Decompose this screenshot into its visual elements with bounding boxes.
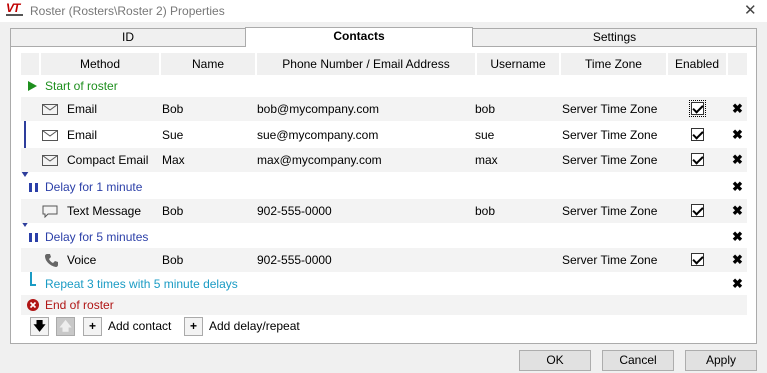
address: 902-555-0000	[257, 204, 332, 218]
username: bob	[475, 204, 496, 218]
contact-row-1[interactable]: Email Bob bob@mycompany.com bob Server T…	[21, 97, 747, 121]
method: Email	[67, 128, 98, 142]
delete-icon[interactable]: ✖	[732, 225, 743, 249]
end-label: End of roster	[45, 298, 114, 312]
contact-name: Sue	[162, 128, 184, 142]
contact-row-3[interactable]: Compact Email Max max@mycompany.com max …	[21, 148, 747, 172]
app-logo: VT	[6, 1, 24, 19]
address: bob@mycompany.com	[257, 102, 380, 116]
enabled-checkbox[interactable]	[691, 204, 704, 217]
header-delete	[728, 53, 747, 75]
envelope-icon	[42, 130, 58, 141]
header-phone: Phone Number / Email Address	[257, 53, 475, 75]
envelope-icon	[42, 155, 58, 166]
tab-settings[interactable]: Settings	[472, 28, 757, 47]
contact-name: Bob	[162, 204, 184, 218]
stop-icon	[27, 299, 39, 311]
username: max	[475, 153, 498, 167]
move-down-button[interactable]: 🡇	[30, 317, 49, 336]
timezone: Server Time Zone	[562, 153, 658, 167]
window-title: Roster (Rosters\Roster 2) Properties	[30, 4, 225, 18]
table-header: Method Name Phone Number / Email Address…	[21, 53, 747, 75]
cancel-button[interactable]: Cancel	[602, 350, 674, 371]
delete-icon[interactable]: ✖	[732, 272, 743, 296]
ok-button[interactable]: OK	[519, 350, 591, 371]
address: sue@mycompany.com	[257, 128, 379, 142]
contact-row-2[interactable]: Email Sue sue@mycompany.com sue Server T…	[21, 123, 747, 147]
contact-name: Max	[162, 153, 185, 167]
delete-icon[interactable]: ✖	[732, 123, 743, 147]
start-of-roster-row: Start of roster	[21, 76, 747, 96]
method: Text Message	[67, 204, 142, 218]
header-method: Method	[41, 53, 159, 75]
delay-row-1[interactable]: Delay for 1 minute ✖	[21, 175, 747, 199]
timezone: Server Time Zone	[562, 102, 658, 116]
contact-row-5[interactable]: Voice Bob 902-555-0000 Server Time Zone …	[21, 248, 747, 272]
header-name: Name	[161, 53, 255, 75]
play-icon	[28, 81, 37, 91]
tab-bar: ID Contacts Settings	[10, 27, 757, 47]
delay-row-2[interactable]: Delay for 5 minutes ✖	[21, 225, 747, 249]
header-spacer	[21, 53, 39, 75]
delete-icon[interactable]: ✖	[732, 97, 743, 121]
delete-icon[interactable]: ✖	[732, 175, 743, 199]
pause-icon	[29, 183, 38, 192]
repeat-row[interactable]: Repeat 3 times with 5 minute delays ✖	[21, 272, 747, 296]
contact-name: Bob	[162, 253, 184, 267]
method: Email	[67, 102, 98, 116]
delay-label: Delay for 5 minutes	[45, 230, 149, 244]
envelope-icon	[42, 104, 58, 115]
add-delay-label[interactable]: Add delay/repeat	[209, 317, 300, 336]
address: max@mycompany.com	[257, 153, 382, 167]
contact-name: Bob	[162, 102, 184, 116]
enabled-checkbox[interactable]	[691, 253, 704, 266]
method: Compact Email	[67, 153, 149, 167]
title-bar: VT Roster (Rosters\Roster 2) Properties …	[0, 0, 767, 22]
repeat-label: Repeat 3 times with 5 minute delays	[45, 277, 238, 291]
speech-bubble-icon	[42, 205, 58, 218]
add-contact-label[interactable]: Add contact	[108, 317, 171, 336]
apply-button[interactable]: Apply	[685, 350, 757, 371]
delete-icon[interactable]: ✖	[732, 199, 743, 223]
phone-icon	[45, 254, 58, 267]
tab-id[interactable]: ID	[10, 28, 246, 47]
delete-icon[interactable]: ✖	[732, 148, 743, 172]
timezone: Server Time Zone	[562, 128, 658, 142]
contacts-panel: Method Name Phone Number / Email Address…	[10, 46, 757, 344]
enabled-checkbox[interactable]	[689, 100, 706, 117]
tab-contacts[interactable]: Contacts	[245, 27, 473, 47]
timezone: Server Time Zone	[562, 253, 658, 267]
username: sue	[475, 128, 495, 142]
pause-icon	[29, 233, 38, 242]
delete-icon[interactable]: ✖	[732, 248, 743, 272]
add-contact-button[interactable]: +	[83, 317, 102, 336]
enabled-checkbox[interactable]	[691, 128, 704, 141]
header-enabled: Enabled	[668, 53, 726, 75]
add-delay-button[interactable]: +	[184, 317, 203, 336]
contact-row-4[interactable]: Text Message Bob 902-555-0000 bob Server…	[21, 199, 747, 223]
address: 902-555-0000	[257, 253, 332, 267]
timezone: Server Time Zone	[562, 204, 658, 218]
method: Voice	[67, 253, 97, 267]
header-timezone: Time Zone	[561, 53, 666, 75]
username: bob	[475, 102, 496, 116]
start-label: Start of roster	[45, 79, 118, 93]
header-username: Username	[477, 53, 559, 75]
end-of-roster-row: End of roster	[21, 295, 747, 315]
delay-label: Delay for 1 minute	[45, 180, 143, 194]
close-icon[interactable]: ✕	[744, 1, 757, 19]
enabled-checkbox[interactable]	[691, 153, 704, 166]
move-up-button[interactable]: 🡅	[56, 317, 75, 336]
